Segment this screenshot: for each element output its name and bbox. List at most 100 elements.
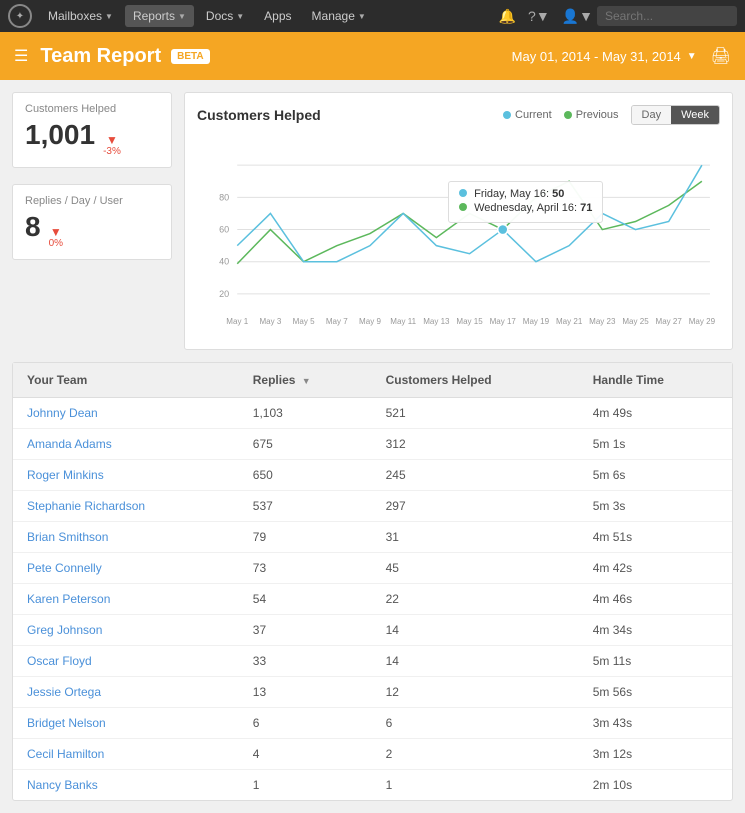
team-member-customers: 14 xyxy=(372,646,579,677)
team-member-name[interactable]: Amanda Adams xyxy=(13,429,239,460)
date-range-picker[interactable]: May 01, 2014 - May 31, 2014 ▼ xyxy=(512,49,697,64)
team-member-customers: 12 xyxy=(372,677,579,708)
svg-text:May 23: May 23 xyxy=(589,317,616,326)
svg-text:May 17: May 17 xyxy=(490,317,517,326)
team-member-replies: 73 xyxy=(239,553,372,584)
team-member-handle: 5m 1s xyxy=(579,429,732,460)
team-member-customers: 2 xyxy=(372,739,579,770)
chevron-down-icon: ▼ xyxy=(687,51,697,62)
col-replies[interactable]: Replies ▼ xyxy=(239,363,372,398)
stat-customers-value: 1,001 xyxy=(25,119,95,151)
col-team: Your Team xyxy=(13,363,239,398)
team-member-replies: 537 xyxy=(239,491,372,522)
stat-replies-label: Replies / Day / User xyxy=(25,195,159,207)
stat-customers-change: ▼ -3% xyxy=(103,134,121,157)
team-member-customers: 6 xyxy=(372,708,579,739)
svg-text:20: 20 xyxy=(219,289,229,299)
team-member-handle: 3m 12s xyxy=(579,739,732,770)
team-member-handle: 4m 34s xyxy=(579,615,732,646)
svg-text:May 9: May 9 xyxy=(359,317,381,326)
stat-replies: Replies / Day / User 8 ▼ 0% xyxy=(12,184,172,260)
table-row: Stephanie Richardson 537 297 5m 3s xyxy=(13,491,732,522)
team-member-name[interactable]: Stephanie Richardson xyxy=(13,491,239,522)
nav-apps[interactable]: Apps xyxy=(256,5,299,27)
stat-replies-value: 8 xyxy=(25,211,41,243)
help-icon[interactable]: ?▼ xyxy=(528,8,550,24)
team-member-name[interactable]: Pete Connelly xyxy=(13,553,239,584)
page-title: Team Report xyxy=(40,45,161,68)
team-member-handle: 5m 6s xyxy=(579,460,732,491)
print-icon[interactable]: 🖨 xyxy=(711,46,731,66)
team-member-handle: 4m 42s xyxy=(579,553,732,584)
team-member-name[interactable]: Roger Minkins xyxy=(13,460,239,491)
team-table-panel: Your Team Replies ▼ Customers Helped Han… xyxy=(12,362,733,801)
chevron-icon: ▼ xyxy=(358,12,366,21)
chart-legend: Current Previous xyxy=(503,109,618,121)
arrow-down-icon: ▼ xyxy=(50,226,62,238)
team-member-handle: 3m 43s xyxy=(579,708,732,739)
table-row: Bridget Nelson 6 6 3m 43s xyxy=(13,708,732,739)
team-member-name[interactable]: Johnny Dean xyxy=(13,398,239,429)
team-member-name[interactable]: Karen Peterson xyxy=(13,584,239,615)
team-member-name[interactable]: Oscar Floyd xyxy=(13,646,239,677)
search-input[interactable] xyxy=(597,6,737,26)
chevron-icon: ▼ xyxy=(236,12,244,21)
hamburger-icon[interactable]: ☰ xyxy=(14,46,28,66)
toggle-day-button[interactable]: Day xyxy=(632,106,672,124)
current-dot xyxy=(503,111,511,119)
team-member-handle: 4m 49s xyxy=(579,398,732,429)
svg-text:May 11: May 11 xyxy=(390,317,416,326)
team-member-replies: 33 xyxy=(239,646,372,677)
chart-title: Customers Helped xyxy=(197,107,503,123)
team-member-handle: 4m 46s xyxy=(579,584,732,615)
chart-header: Customers Helped Current Previous Day We… xyxy=(197,105,720,125)
team-member-replies: 79 xyxy=(239,522,372,553)
table-row: Jessie Ortega 13 12 5m 56s xyxy=(13,677,732,708)
team-member-customers: 45 xyxy=(372,553,579,584)
nav-reports[interactable]: Reports ▼ xyxy=(125,5,194,27)
team-member-handle: 4m 51s xyxy=(579,522,732,553)
toggle-week-button[interactable]: Week xyxy=(671,106,719,124)
team-member-customers: 22 xyxy=(372,584,579,615)
table-row: Nancy Banks 1 1 2m 10s xyxy=(13,770,732,801)
table-row: Greg Johnson 37 14 4m 34s xyxy=(13,615,732,646)
logo: ✦ xyxy=(8,4,32,28)
team-member-name[interactable]: Nancy Banks xyxy=(13,770,239,801)
svg-text:May 15: May 15 xyxy=(456,317,483,326)
chart-toggle[interactable]: Day Week xyxy=(631,105,720,125)
stats-panel: Customers Helped 1,001 ▼ -3% Replies / D… xyxy=(12,92,172,350)
table-row: Brian Smithson 79 31 4m 51s xyxy=(13,522,732,553)
table-header-row: Your Team Replies ▼ Customers Helped Han… xyxy=(13,363,732,398)
stats-chart-row: Customers Helped 1,001 ▼ -3% Replies / D… xyxy=(12,92,733,350)
nav-docs[interactable]: Docs ▼ xyxy=(198,5,252,27)
team-member-name[interactable]: Cecil Hamilton xyxy=(13,739,239,770)
svg-text:May 29: May 29 xyxy=(689,317,716,326)
table-row: Amanda Adams 675 312 5m 1s xyxy=(13,429,732,460)
team-member-customers: 31 xyxy=(372,522,579,553)
col-customers: Customers Helped xyxy=(372,363,579,398)
stat-customers-helped: Customers Helped 1,001 ▼ -3% xyxy=(12,92,172,168)
nav-manage[interactable]: Manage ▼ xyxy=(304,5,374,27)
nav-mailboxes[interactable]: Mailboxes ▼ xyxy=(40,5,121,27)
svg-text:May 1: May 1 xyxy=(226,317,248,326)
legend-previous: Previous xyxy=(564,109,619,121)
team-member-customers: 521 xyxy=(372,398,579,429)
nav-icons: 🔔 ?▼ 👤▼ xyxy=(499,8,593,25)
team-member-handle: 5m 3s xyxy=(579,491,732,522)
chart-panel: Customers Helped Current Previous Day We… xyxy=(184,92,733,350)
beta-badge: BETA xyxy=(171,49,209,64)
svg-text:May 5: May 5 xyxy=(293,317,315,326)
svg-text:May 13: May 13 xyxy=(423,317,450,326)
team-member-replies: 4 xyxy=(239,739,372,770)
team-member-name[interactable]: Jessie Ortega xyxy=(13,677,239,708)
chart-svg: 20 40 60 80 May 1 May 3 May 5 May 7 May xyxy=(197,133,720,334)
team-member-name[interactable]: Greg Johnson xyxy=(13,615,239,646)
team-member-name[interactable]: Bridget Nelson xyxy=(13,708,239,739)
previous-dot xyxy=(564,111,572,119)
main-content: Customers Helped 1,001 ▼ -3% Replies / D… xyxy=(0,80,745,813)
team-member-customers: 1 xyxy=(372,770,579,801)
user-icon[interactable]: 👤▼ xyxy=(562,8,593,25)
bell-icon[interactable]: 🔔 xyxy=(499,8,516,25)
top-nav: ✦ Mailboxes ▼ Reports ▼ Docs ▼ Apps Mana… xyxy=(0,0,745,32)
team-member-name[interactable]: Brian Smithson xyxy=(13,522,239,553)
